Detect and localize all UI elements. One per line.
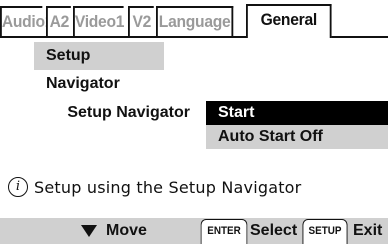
tab-bar: Audio1 A2 Video1 V2 Language General (0, 0, 388, 38)
info-icon: i (8, 177, 28, 197)
setup-key[interactable]: SETUP (302, 219, 348, 244)
move-hint: Move (80, 218, 147, 244)
dvd-setup-menu: Audio1 A2 Video1 V2 Language General Set… (0, 0, 388, 244)
tab-general[interactable]: General (246, 4, 332, 38)
exit-label: Exit (353, 222, 383, 239)
tab-language[interactable]: Language (156, 6, 234, 36)
info-text: Setup using the Setup Navigator (34, 177, 302, 197)
select-label: Select (250, 222, 298, 239)
tab-audio1[interactable]: Audio1 (0, 6, 53, 36)
footer-bar: Move ENTER Select SETUP Exit (0, 218, 388, 244)
enter-key[interactable]: ENTER (200, 219, 248, 244)
option-start[interactable]: Start (206, 101, 388, 125)
tab-v2[interactable]: V2 (128, 6, 154, 36)
section-label: Setup Navigator (34, 42, 164, 92)
down-arrow-icon (81, 225, 97, 237)
move-label: Move (106, 222, 147, 239)
tab-a2[interactable]: A2 (46, 6, 71, 36)
option-auto-start-off[interactable]: Auto Start Off (206, 125, 388, 149)
tab-video1[interactable]: Video1 (73, 6, 124, 36)
setting-label: Setup Navigator (67, 104, 190, 121)
info-line: i Setup using the Setup Navigator (8, 175, 301, 199)
